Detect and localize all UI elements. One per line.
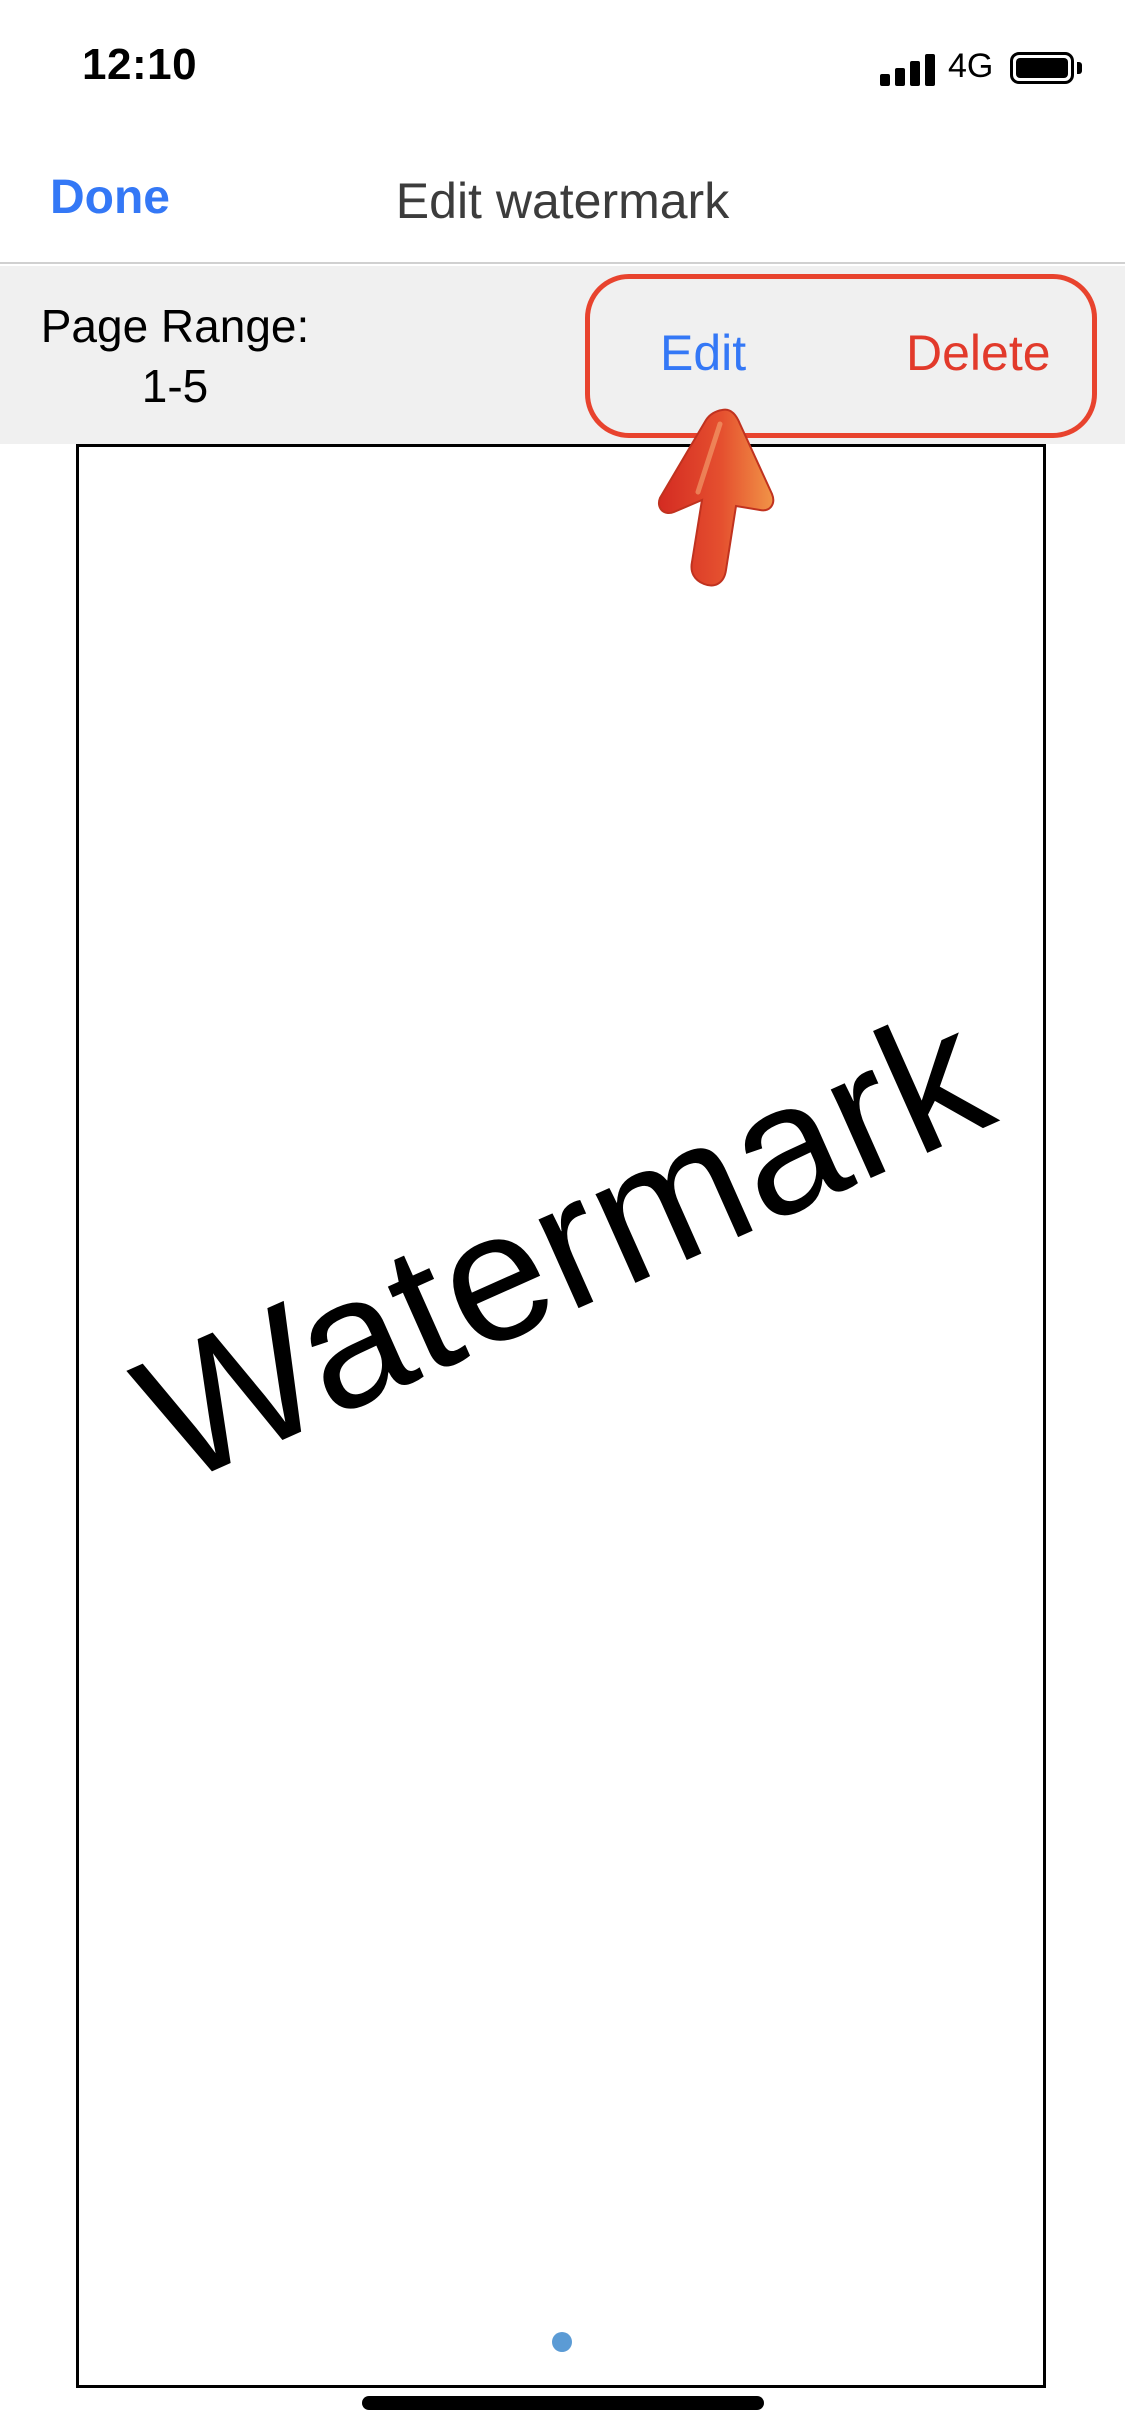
- page-range-label: Page Range:: [40, 300, 310, 352]
- arrow-pointer-icon: [658, 408, 775, 587]
- edit-button[interactable]: Edit: [660, 324, 746, 382]
- signal-bars-icon: [880, 52, 936, 86]
- delete-button[interactable]: Delete: [906, 324, 1051, 382]
- nav-bar: Done Edit watermark: [0, 132, 1125, 264]
- home-indicator[interactable]: [362, 2396, 764, 2410]
- watermark-toolbar: Page Range: 1-5 Edit Delete: [0, 266, 1125, 444]
- page-range-value: 1-5: [141, 360, 209, 412]
- page-indicator-dot: [552, 2332, 572, 2352]
- status-bar: 12:10 4G: [0, 0, 1125, 132]
- status-time: 12:10: [82, 40, 198, 89]
- battery-cap: [1077, 62, 1082, 74]
- page-title: Edit watermark: [395, 173, 730, 229]
- page-range: Page Range: 1-5: [0, 296, 350, 416]
- network-type: 4G: [948, 47, 994, 85]
- battery-full-icon: [1010, 52, 1074, 84]
